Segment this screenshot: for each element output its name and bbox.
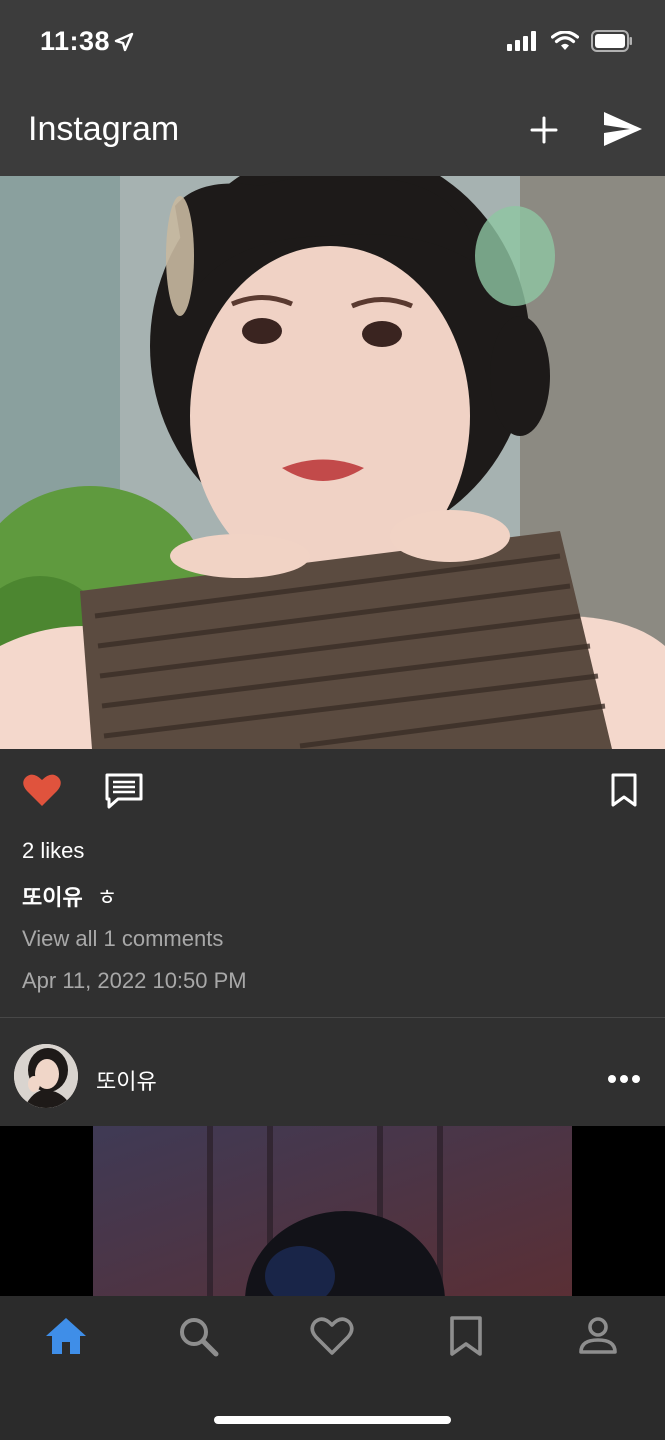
post-photo-portrait: [0, 176, 665, 749]
avatar-photo: [14, 1044, 78, 1108]
app-title: Instagram: [28, 110, 180, 148]
post-image[interactable]: [0, 1126, 665, 1296]
status-bar: 11:38: [0, 0, 665, 86]
home-icon: [46, 1318, 86, 1354]
nav-search[interactable]: [176, 1314, 220, 1358]
post-image[interactable]: [0, 176, 665, 749]
more-dots-icon: [608, 1075, 640, 1083]
cellular-signal-icon: [507, 31, 536, 51]
post-header: 또이유: [0, 1018, 665, 1126]
post-username[interactable]: 또이유: [96, 1064, 157, 1096]
direct-message-button[interactable]: [600, 108, 646, 150]
comment-icon: [105, 773, 143, 809]
post-caption: 또이유 ㅎ: [22, 880, 117, 912]
wifi-icon: [551, 31, 579, 50]
caption-username[interactable]: 또이유: [22, 885, 83, 910]
heart-outline-icon: [310, 1317, 354, 1355]
nav-profile[interactable]: [576, 1314, 620, 1358]
post-photo-portrait: [0, 1126, 665, 1296]
bookmark-outline-icon: [450, 1316, 482, 1356]
search-icon: [180, 1318, 219, 1357]
avatar[interactable]: [14, 1044, 78, 1108]
nav-saved[interactable]: [444, 1314, 488, 1358]
post-timestamp: Apr 11, 2022 10:50 PM: [22, 968, 247, 993]
battery-icon: [591, 30, 632, 52]
app-bar: Instagram: [0, 86, 665, 176]
location-arrow-icon: [114, 32, 134, 52]
status-icons: [507, 30, 633, 52]
nav-activity[interactable]: [310, 1314, 354, 1358]
send-icon: [604, 112, 642, 146]
bookmark-button[interactable]: [608, 772, 640, 808]
status-time: 11:38: [40, 26, 111, 56]
view-comments-link[interactable]: View all 1 comments: [22, 926, 223, 952]
post-options-button[interactable]: [606, 1072, 642, 1084]
person-icon: [579, 1317, 617, 1354]
like-button[interactable]: [22, 772, 62, 808]
caption-text: ㅎ: [96, 885, 118, 910]
plus-icon: [530, 116, 558, 144]
post-actions: [0, 750, 665, 830]
bookmark-icon: [611, 773, 637, 807]
home-indicator: [214, 1416, 451, 1424]
likes-count[interactable]: 2 likes: [22, 838, 84, 864]
heart-icon: [23, 774, 61, 806]
nav-home[interactable]: [44, 1314, 88, 1358]
new-post-button[interactable]: [524, 110, 564, 150]
comment-button[interactable]: [104, 772, 144, 810]
